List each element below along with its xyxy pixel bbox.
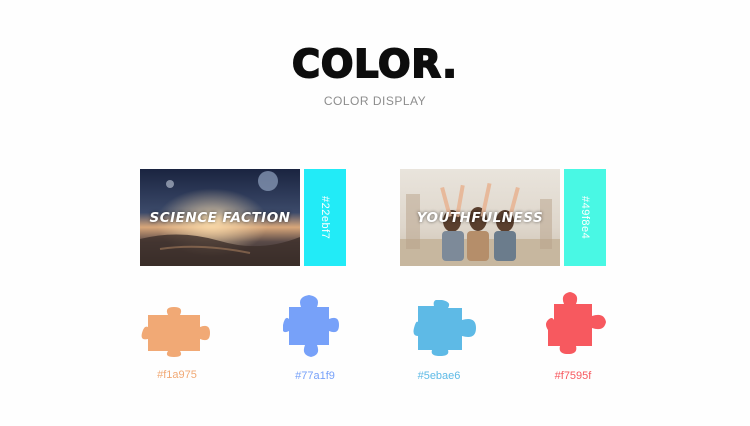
- page-subtitle: COLOR DISPLAY: [323, 94, 427, 108]
- card-caption: YOUTHFULNESS: [416, 209, 544, 226]
- page-title: COLOR.: [291, 41, 458, 87]
- card-caption: SCIENCE FACTION: [149, 209, 291, 226]
- swatch-hex-label: #f1a975: [157, 369, 197, 381]
- color-card-youth: YOUTHFULNESS #49f8e4: [400, 169, 606, 266]
- puzzle-piece-icon: [283, 295, 339, 357]
- puzzle-piece-icon: [546, 292, 606, 354]
- swatch-hex-label: #49f8e4: [579, 195, 591, 240]
- swatch-hex-label: #22ebf7: [319, 195, 331, 240]
- puzzle-piece-icon: [413, 300, 476, 356]
- color-card-science: SCIENCE FACTION #22ebf7: [140, 169, 346, 266]
- swatch-hex-label: #f7595f: [554, 370, 592, 382]
- swatch-hex-label: #5ebae6: [417, 370, 461, 382]
- swatch-hex-label: #77a1f9: [295, 370, 335, 382]
- puzzle-piece-icon: [141, 307, 210, 357]
